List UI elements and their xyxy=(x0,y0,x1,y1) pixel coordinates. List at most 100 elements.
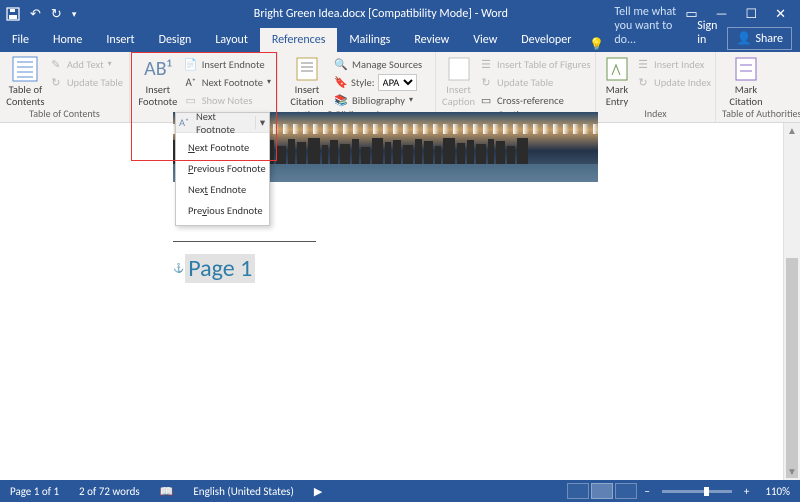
close-icon[interactable]: ✕ xyxy=(775,7,786,22)
next-footnote-icon: A⁺ xyxy=(184,75,198,89)
citation-style-select[interactable]: 🔖 Style: APA xyxy=(334,74,422,90)
tab-home[interactable]: Home xyxy=(41,28,94,52)
bibliography-icon: 📚 xyxy=(334,93,348,107)
mark-entry-button[interactable]: Mark Entry xyxy=(602,54,632,107)
dropdown-icon: A⁺ xyxy=(176,116,192,129)
scroll-up-icon[interactable]: ▲ xyxy=(784,123,800,139)
menu-item-next-footnote[interactable]: Next Footnote xyxy=(176,137,269,158)
menu-item-next-endnote[interactable]: Next Endnote xyxy=(176,179,269,200)
view-read-mode-button[interactable] xyxy=(567,483,589,499)
bulb-icon: 💡 xyxy=(589,37,604,52)
share-button[interactable]: 👤 Share xyxy=(727,27,792,50)
insert-citation-button[interactable]: Insert Citation xyxy=(284,54,330,107)
manage-sources-label: Manage Sources xyxy=(352,58,422,71)
update-index-icon: ↻ xyxy=(636,75,650,89)
scroll-down-icon[interactable]: ▼ xyxy=(784,464,800,480)
insert-endnote-button[interactable]: 📄Insert Endnote xyxy=(184,56,271,72)
redo-icon[interactable]: ↻ xyxy=(51,7,62,22)
style-icon: 🔖 xyxy=(334,75,348,89)
status-language[interactable]: English (United States) xyxy=(183,485,303,498)
status-page[interactable]: Page 1 of 1 xyxy=(0,485,69,498)
tab-view[interactable]: View xyxy=(461,28,509,52)
sign-in-link[interactable]: Sign in xyxy=(687,14,727,52)
tab-references[interactable]: References xyxy=(260,28,338,52)
footnote-separator xyxy=(173,241,316,242)
crossref-label: Cross-reference xyxy=(497,94,564,107)
page-number-field[interactable]: Page 1 xyxy=(185,254,255,283)
anchor-icon: ⚓ xyxy=(173,263,184,274)
tab-review[interactable]: Review xyxy=(402,28,461,52)
insert-tof-button[interactable]: ☰ Insert Table of Figures xyxy=(479,56,591,72)
group-label-index: Index xyxy=(602,107,709,122)
show-notes-button[interactable]: ▭Show Notes xyxy=(184,92,271,108)
zoom-out-button[interactable]: − xyxy=(638,485,655,498)
view-web-layout-button[interactable] xyxy=(615,483,637,499)
mark-entry-label: Mark Entry xyxy=(606,84,629,107)
insert-caption-button[interactable]: Insert Caption xyxy=(442,54,475,107)
update-captions-label: Update Table xyxy=(497,76,553,89)
next-footnote-label: Next Footnote xyxy=(202,76,263,89)
style-label: Style: xyxy=(351,76,375,89)
zoom-slider[interactable] xyxy=(662,490,732,493)
bibliography-button[interactable]: 📚Bibliography ▾ xyxy=(334,92,422,108)
toc-big-label: Table of Contents xyxy=(6,84,44,107)
insert-tof-label: Insert Table of Figures xyxy=(497,58,591,71)
crossref-icon: ▭ xyxy=(479,93,493,107)
insert-index-icon: ☰ xyxy=(636,57,650,71)
group-label-toa: Table of Authorities xyxy=(722,107,792,122)
next-footnote-button[interactable]: A⁺Next Footnote ▾ xyxy=(184,74,271,90)
update-captions-button[interactable]: ↻ Update Table xyxy=(479,74,591,90)
manage-sources-icon: 🔍 xyxy=(334,57,348,71)
status-zoom[interactable]: 110% xyxy=(755,485,800,498)
tab-insert[interactable]: Insert xyxy=(94,28,146,52)
tof-icon: ☰ xyxy=(479,57,493,71)
update-toc-label: Update Table xyxy=(67,76,123,89)
window-title: Bright Green Idea.docx [Compatibility Mo… xyxy=(76,7,685,21)
next-footnote-dropdown: A⁺ Next Footnote ▾ Next Footnote Previou… xyxy=(175,112,270,226)
insert-citation-label: Insert Citation xyxy=(290,84,323,107)
table-of-contents-button[interactable]: Table of Contents xyxy=(6,54,45,107)
update-icon: ↻ xyxy=(49,75,63,89)
tab-design[interactable]: Design xyxy=(147,28,204,52)
undo-icon[interactable]: ↶ xyxy=(30,7,41,22)
style-dropdown[interactable]: APA xyxy=(378,74,417,91)
vertical-scrollbar[interactable]: ▲ ▼ xyxy=(783,123,800,480)
show-notes-label: Show Notes xyxy=(202,94,253,107)
cross-reference-button[interactable]: ▭ Cross-reference xyxy=(479,92,591,108)
insert-index-button[interactable]: ☰ Insert Index xyxy=(636,56,711,72)
group-label-toc: Table of Contents xyxy=(6,107,123,122)
add-text-icon: ✎ xyxy=(49,57,63,71)
status-macro-icon[interactable]: ▶ xyxy=(304,485,332,498)
update-index-button[interactable]: ↻Update Index xyxy=(636,74,711,90)
insert-endnote-label: Insert Endnote xyxy=(202,58,265,71)
menu-item-previous-endnote[interactable]: Previous Endnote xyxy=(176,200,269,221)
maximize-icon[interactable]: ☐ xyxy=(745,7,757,22)
insert-footnote-button[interactable]: AB¹ Insert Footnote xyxy=(136,54,180,107)
tab-mailings[interactable]: Mailings xyxy=(337,28,402,52)
add-text-label: Add Text xyxy=(67,58,104,71)
mark-citation-label: Mark Citation xyxy=(729,84,762,107)
save-icon[interactable] xyxy=(6,7,20,21)
view-print-layout-button[interactable] xyxy=(591,483,613,499)
person-icon: 👤 xyxy=(736,31,751,46)
chevron-down-icon[interactable]: ▾ xyxy=(255,116,269,129)
share-label: Share xyxy=(755,32,783,46)
tab-file[interactable]: File xyxy=(0,28,41,52)
scrollbar-thumb[interactable] xyxy=(786,258,798,478)
dropdown-current[interactable]: Next Footnote xyxy=(192,110,255,136)
status-words[interactable]: 2 of 72 words xyxy=(69,485,150,498)
add-text-button[interactable]: ✎Add Text ▾ xyxy=(49,56,123,72)
menu-item-previous-footnote[interactable]: Previous Footnote xyxy=(176,158,269,179)
update-captions-icon: ↻ xyxy=(479,75,493,89)
bibliography-label: Bibliography xyxy=(352,94,405,107)
tab-developer[interactable]: Developer xyxy=(509,28,583,52)
mark-citation-button[interactable]: Mark Citation xyxy=(722,54,770,107)
insert-index-label: Insert Index xyxy=(654,58,704,71)
status-proofing-icon[interactable]: 📖 xyxy=(150,485,184,498)
tab-layout[interactable]: Layout xyxy=(203,28,260,52)
update-toc-button[interactable]: ↻ Update Table xyxy=(49,74,123,90)
manage-sources-button[interactable]: 🔍 Manage Sources xyxy=(334,56,422,72)
zoom-in-button[interactable]: + xyxy=(738,485,755,498)
tell-me-input[interactable]: Tell me what you want to do... xyxy=(604,0,687,52)
insert-footnote-label: Insert Footnote xyxy=(138,84,177,107)
